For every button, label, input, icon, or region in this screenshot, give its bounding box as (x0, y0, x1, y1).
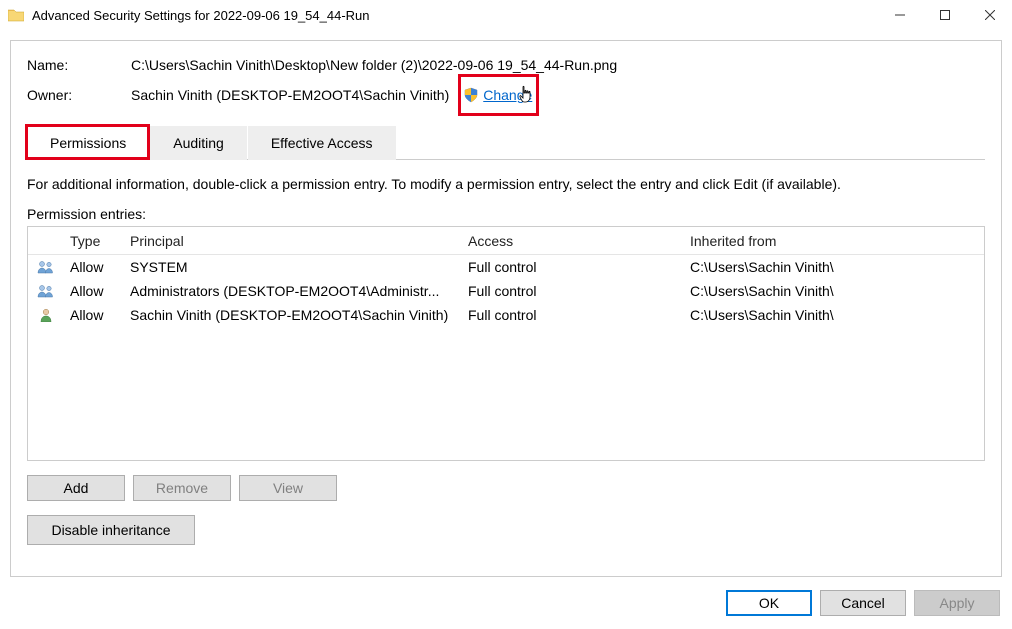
cell-principal: Administrators (DESKTOP-EM2OOT4\Administ… (122, 283, 460, 299)
disable-inheritance-button[interactable]: Disable inheritance (27, 515, 195, 545)
col-access[interactable]: Access (460, 233, 682, 249)
table-header: Type Principal Access Inherited from (28, 227, 984, 255)
cell-type: Allow (62, 307, 122, 323)
owner-label: Owner: (27, 87, 131, 103)
maximize-button[interactable] (922, 0, 967, 30)
window-title: Advanced Security Settings for 2022-09-0… (32, 8, 370, 23)
cell-inherited: C:\Users\Sachin Vinith\ (682, 259, 984, 275)
content-frame: Name: C:\Users\Sachin Vinith\Desktop\New… (10, 40, 1002, 577)
cell-access: Full control (460, 307, 682, 323)
table-body: AllowSYSTEMFull controlC:\Users\Sachin V… (28, 255, 984, 327)
name-value: C:\Users\Sachin Vinith\Desktop\New folde… (131, 57, 617, 73)
cell-type: Allow (62, 283, 122, 299)
col-inherited[interactable]: Inherited from (682, 233, 984, 249)
footer-buttons: OK Cancel Apply (726, 577, 1012, 629)
shield-icon (463, 87, 479, 103)
folder-icon (8, 8, 24, 22)
change-link-wrapper: Change (463, 87, 532, 103)
window-controls (877, 0, 1012, 30)
remove-button: Remove (133, 475, 231, 501)
close-button[interactable] (967, 0, 1012, 30)
minimize-button[interactable] (877, 0, 922, 30)
add-button[interactable]: Add (27, 475, 125, 501)
info-text: For additional information, double-click… (27, 176, 985, 192)
cell-inherited: C:\Users\Sachin Vinith\ (682, 283, 984, 299)
col-principal[interactable]: Principal (122, 233, 460, 249)
permissions-table: Type Principal Access Inherited from All… (27, 226, 985, 461)
tab-auditing[interactable]: Auditing (150, 126, 247, 160)
name-label: Name: (27, 57, 131, 73)
change-owner-link[interactable]: Change (483, 87, 532, 103)
ok-button[interactable]: OK (726, 590, 812, 616)
apply-button: Apply (914, 590, 1000, 616)
cell-principal: Sachin Vinith (DESKTOP-EM2OOT4\Sachin Vi… (122, 307, 460, 323)
cancel-button[interactable]: Cancel (820, 590, 906, 616)
name-row: Name: C:\Users\Sachin Vinith\Desktop\New… (27, 57, 985, 73)
owner-value: Sachin Vinith (DESKTOP-EM2OOT4\Sachin Vi… (131, 87, 449, 103)
user-icon (36, 307, 56, 323)
group-icon (36, 259, 56, 275)
tab-effective-access[interactable]: Effective Access (248, 126, 396, 160)
tab-permissions-label: Permissions (50, 135, 126, 151)
cell-access: Full control (460, 259, 682, 275)
cell-type: Allow (62, 259, 122, 275)
cell-principal: SYSTEM (122, 259, 460, 275)
tab-permissions[interactable]: Permissions (27, 126, 149, 160)
col-type[interactable]: Type (62, 233, 122, 249)
owner-row: Owner: Sachin Vinith (DESKTOP-EM2OOT4\Sa… (27, 87, 985, 103)
titlebar: Advanced Security Settings for 2022-09-0… (0, 0, 1012, 30)
permission-entries-label: Permission entries: (27, 206, 985, 222)
cell-inherited: C:\Users\Sachin Vinith\ (682, 307, 984, 323)
cell-access: Full control (460, 283, 682, 299)
group-icon (36, 283, 56, 299)
button-row: Add Remove View (27, 475, 985, 501)
tab-bar: Permissions Auditing Effective Access (27, 125, 985, 160)
table-row[interactable]: AllowAdministrators (DESKTOP-EM2OOT4\Adm… (28, 279, 984, 303)
table-row[interactable]: AllowSYSTEMFull controlC:\Users\Sachin V… (28, 255, 984, 279)
table-row[interactable]: AllowSachin Vinith (DESKTOP-EM2OOT4\Sach… (28, 303, 984, 327)
view-button: View (239, 475, 337, 501)
